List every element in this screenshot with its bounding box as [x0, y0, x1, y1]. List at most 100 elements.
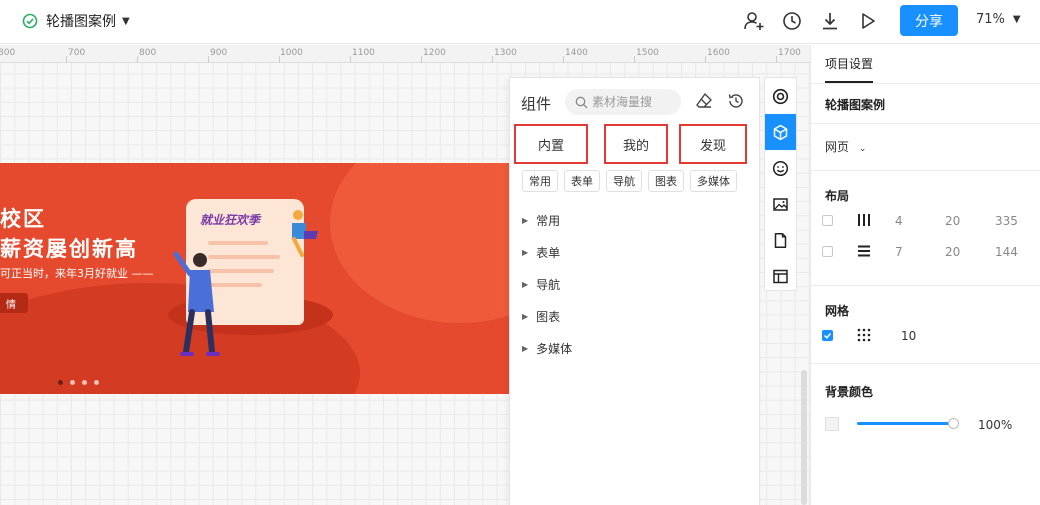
- rail-image[interactable]: [765, 186, 796, 222]
- rail-emoji[interactable]: [765, 150, 796, 186]
- canvas-scrollbar[interactable]: [801, 370, 807, 505]
- layout-rows-height[interactable]: 144: [995, 245, 1018, 259]
- banner-heading-line1: 校区: [0, 207, 46, 231]
- check-circle-icon: [22, 13, 38, 29]
- check-icon: [823, 333, 832, 339]
- tree-item-navigation[interactable]: ▶ 导航: [522, 268, 572, 300]
- rail-layout[interactable]: [765, 258, 796, 294]
- ruler-label: 1300: [494, 48, 517, 58]
- share-button[interactable]: 分享: [900, 5, 958, 36]
- layout-rows-checkbox[interactable]: [822, 246, 833, 257]
- ruler-tick: [705, 56, 706, 63]
- zoom-level: 71%: [976, 12, 1005, 27]
- carousel-dot[interactable]: [94, 380, 99, 385]
- ruler-tick: [279, 56, 280, 63]
- layout-rows-gutter[interactable]: 20: [945, 245, 960, 259]
- chip-form[interactable]: 表单: [564, 170, 600, 192]
- rail-components[interactable]: [765, 114, 796, 150]
- page-type-select[interactable]: 网页 ⌄: [825, 138, 866, 155]
- carousel-dot[interactable]: [82, 380, 87, 385]
- cube-icon: [773, 124, 788, 140]
- tree-item-label: 多媒体: [536, 341, 573, 356]
- project-selector[interactable]: 轮播图案例 ▼: [22, 11, 130, 31]
- ruler-label: 1100: [352, 48, 375, 58]
- rows-icon: [858, 245, 870, 257]
- divider: [811, 123, 1040, 124]
- chevron-down-icon: ⌄: [858, 144, 867, 154]
- carousel-banner[interactable]: 校区 薪资屡创新高 可正当时，来年3月好就业 —— 情 就业狂欢季: [0, 163, 510, 394]
- material-search[interactable]: [565, 89, 681, 115]
- paper-line: [208, 241, 268, 245]
- download-icon[interactable]: [819, 10, 841, 32]
- add-user-icon[interactable]: [743, 10, 765, 32]
- scroll-title: 就业狂欢季: [200, 213, 261, 227]
- ruler-label: 1400: [565, 48, 588, 58]
- rail-page[interactable]: [765, 222, 796, 258]
- banner-cta-button[interactable]: 情: [0, 293, 28, 313]
- layout-columns-checkbox[interactable]: [822, 215, 833, 226]
- opacity-slider[interactable]: [857, 422, 953, 425]
- ruler-label: 1200: [423, 48, 446, 58]
- tab-builtin[interactable]: 内置: [514, 124, 588, 164]
- settings-panel: 项目设置 轮播图案例 网页 ⌄ 布局 4 20 335 7 20 144 网格 …: [810, 45, 1040, 505]
- zoom-selector[interactable]: 71% ▼: [976, 12, 1021, 27]
- divider: [811, 363, 1040, 364]
- ruler-label: 700: [68, 48, 86, 58]
- chip-navigation[interactable]: 导航: [606, 170, 642, 192]
- tree-item-common[interactable]: ▶ 常用: [522, 204, 572, 236]
- chip-multimedia[interactable]: 多媒体: [690, 170, 737, 192]
- carousel-indicators: [58, 380, 99, 385]
- tab-discover[interactable]: 发现: [679, 124, 747, 164]
- carousel-dot[interactable]: [58, 380, 63, 385]
- page-type-value: 网页: [825, 140, 850, 154]
- background-color-swatch[interactable]: [825, 417, 839, 431]
- image-icon: [773, 197, 788, 211]
- opacity-value: 100%: [978, 418, 1013, 432]
- tab-mine[interactable]: 我的: [604, 124, 668, 164]
- category-chips: 常用 表单 导航 图表 多媒体: [522, 170, 737, 192]
- ruler-label: 800: [0, 48, 16, 58]
- ruler-tick: [776, 56, 777, 63]
- ruler-label: 1600: [707, 48, 730, 58]
- ruler-tick: [492, 56, 493, 63]
- document-icon: [774, 232, 787, 248]
- play-icon[interactable]: [857, 10, 879, 32]
- banner-subtitle: 可正当时，来年3月好就业 ——: [0, 267, 154, 280]
- grid-dots-icon: [857, 328, 871, 342]
- grid-size[interactable]: 10: [901, 329, 916, 343]
- chip-common[interactable]: 常用: [522, 170, 558, 192]
- banner-heading-line2: 薪资屡创新高: [0, 237, 138, 261]
- search-icon: [575, 96, 588, 108]
- tab-project-settings[interactable]: 项目设置: [825, 45, 874, 83]
- chevron-down-icon: ▼: [1012, 14, 1021, 25]
- history-icon[interactable]: [727, 92, 745, 110]
- ruler-label: 800: [139, 48, 157, 58]
- ruler-label: 1500: [636, 48, 659, 58]
- divider: [811, 170, 1040, 171]
- tool-rail: [764, 77, 797, 291]
- layout-columns-count[interactable]: 4: [895, 214, 903, 228]
- smiley-icon: [772, 160, 789, 176]
- eraser-icon[interactable]: [695, 92, 713, 110]
- grid-checkbox[interactable]: [822, 330, 833, 341]
- panel-title: 组件: [521, 95, 552, 113]
- layout-columns-gutter[interactable]: 20: [945, 214, 960, 228]
- project-name: 轮播图案例: [825, 98, 886, 112]
- search-input[interactable]: [592, 95, 678, 109]
- opacity-slider-handle[interactable]: [948, 418, 959, 429]
- layout-rows-count[interactable]: 7: [895, 245, 903, 259]
- rail-target[interactable]: [765, 78, 796, 114]
- tree-item-multimedia[interactable]: ▶ 多媒体: [522, 332, 572, 364]
- columns-icon: [858, 214, 870, 226]
- carousel-dot[interactable]: [70, 380, 75, 385]
- top-bar: 轮播图案例 ▼ 分享 71% ▼: [0, 0, 1040, 44]
- tree-item-label: 导航: [536, 277, 561, 292]
- tree-item-chart[interactable]: ▶ 图表: [522, 300, 572, 332]
- history-icon[interactable]: [781, 10, 803, 32]
- ruler-tick: [137, 56, 138, 63]
- divider: [811, 83, 1040, 84]
- tree-item-form[interactable]: ▶ 表单: [522, 236, 572, 268]
- layout-columns-width[interactable]: 335: [995, 214, 1018, 228]
- ruler-tick: [208, 56, 209, 63]
- chip-chart[interactable]: 图表: [648, 170, 684, 192]
